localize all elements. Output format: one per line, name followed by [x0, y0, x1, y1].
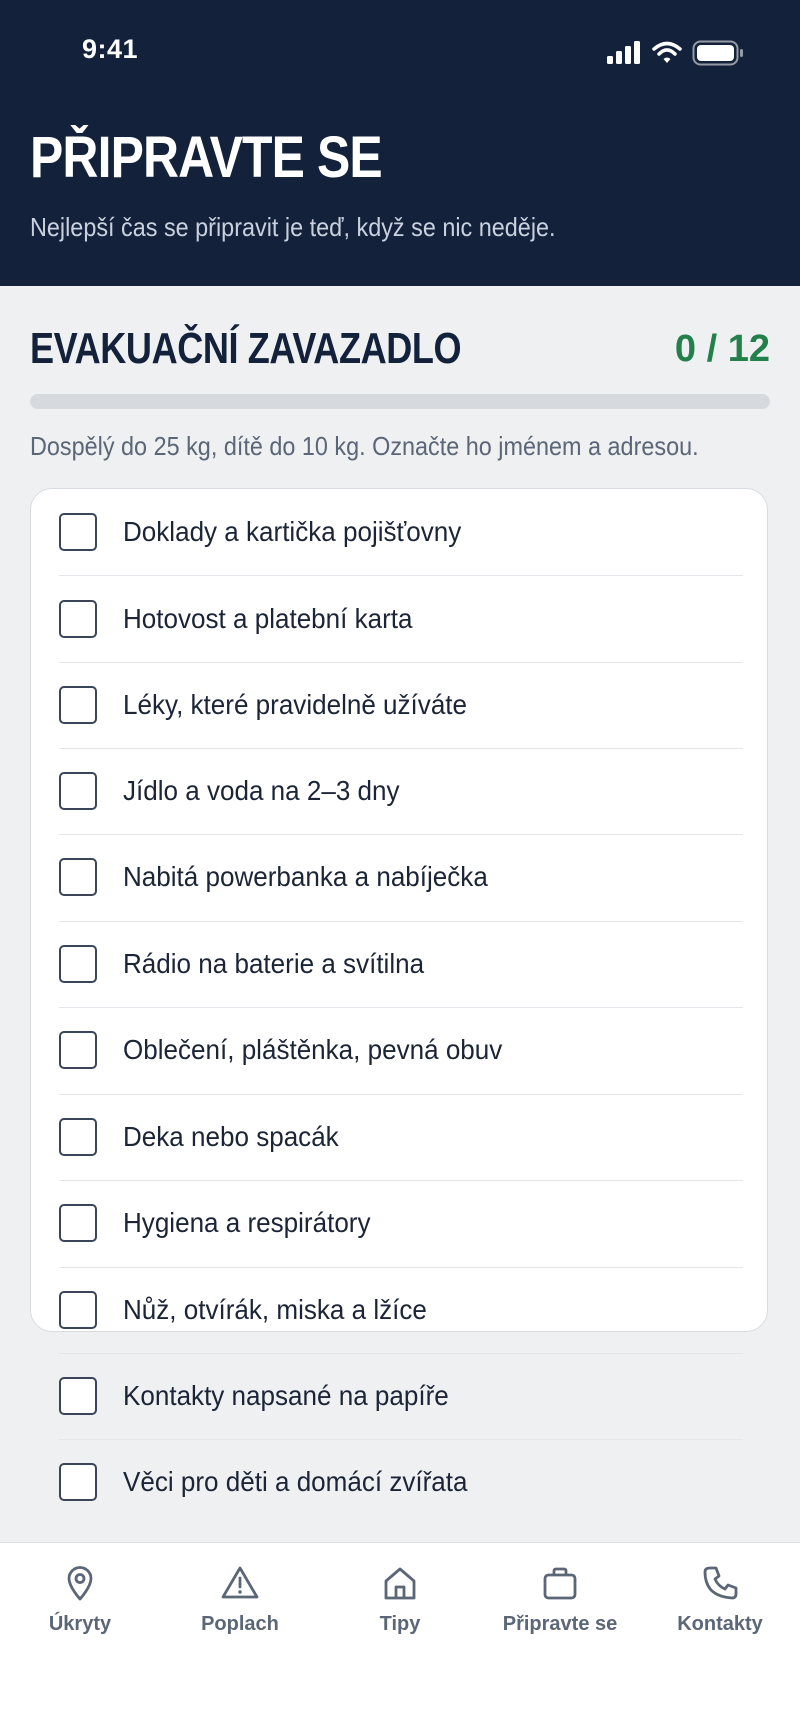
- page-title: PŘIPRAVTE SE: [30, 125, 383, 190]
- checklist-item-label: Nůž, otvírák, miska a lžíce: [123, 1294, 427, 1325]
- nav-item-poplach[interactable]: Poplach: [160, 1563, 320, 1663]
- section-description: Dospělý do 25 kg, dítě do 10 kg. Označte…: [30, 431, 699, 461]
- checklist-item[interactable]: Jídlo a voda na 2–3 dny: [59, 748, 743, 834]
- checklist-item-label: Deka nebo spacák: [123, 1121, 339, 1152]
- checklist-item-label: Doklady a kartička pojišťovny: [123, 516, 462, 547]
- phone-icon: [703, 1566, 738, 1600]
- nav-item-tipy[interactable]: Tipy: [320, 1563, 480, 1663]
- status-time: 9:41: [82, 34, 139, 64]
- checklist-item[interactable]: Hotovost a platební karta: [59, 576, 743, 662]
- nav-item-kontakty[interactable]: Kontakty: [640, 1563, 800, 1663]
- checklist-item[interactable]: Nabitá powerbanka a nabíječka: [59, 834, 743, 920]
- checklist-item-label: Věci pro děti a domácí zvířata: [123, 1466, 468, 1497]
- status-bar: 9:41: [0, 0, 800, 100]
- checkbox[interactable]: [59, 686, 97, 724]
- briefcase-icon: [543, 1567, 577, 1600]
- map-pin-icon: [67, 1566, 93, 1601]
- nav-item-ukryty[interactable]: Úkryty: [0, 1563, 160, 1663]
- section-title: EVAKUAČNÍ ZAVAZADLO: [30, 324, 462, 373]
- nav-item-pripravte-se[interactable]: Připravte se: [480, 1563, 640, 1663]
- header: 9:41 PŘIPRAVTE SE Nejlepší čas se připra…: [0, 0, 800, 286]
- checklist-item-label: Jídlo a voda na 2–3 dny: [123, 775, 400, 806]
- checklist-item-label: Kontakty napsané na papíře: [123, 1380, 449, 1411]
- checkbox[interactable]: [59, 1291, 97, 1329]
- battery-icon: [692, 40, 743, 66]
- checklist-item[interactable]: Rádio na baterie a svítilna: [59, 921, 743, 1007]
- checklist-item[interactable]: Hygiena a respirátory: [59, 1180, 743, 1266]
- checklist-item-label: Hygiena a respirátory: [123, 1207, 371, 1238]
- home-icon: [384, 1567, 416, 1600]
- checklist-counter: 0 / 12: [674, 328, 770, 370]
- checkbox[interactable]: [59, 1118, 97, 1156]
- checkbox[interactable]: [59, 772, 97, 810]
- page-subtitle: Nejlepší čas se připravit je teď, když s…: [30, 212, 556, 242]
- checkbox[interactable]: [59, 1204, 97, 1242]
- checklist-item[interactable]: Deka nebo spacák: [59, 1094, 743, 1180]
- checklist-item[interactable]: Kontakty napsané na papíře: [59, 1353, 743, 1439]
- checklist-item-label: Oblečení, pláštěnka, pevná obuv: [123, 1034, 503, 1065]
- checkbox[interactable]: [59, 1377, 97, 1415]
- nav-label: Kontakty: [677, 1613, 763, 1635]
- nav-label: Úkryty: [48, 1613, 112, 1635]
- checklist-progress-bar: [30, 394, 770, 409]
- checklist-item[interactable]: Léky, které pravidelně užíváte: [59, 662, 743, 748]
- checklist-item-label: Léky, které pravidelně užíváte: [123, 689, 468, 720]
- checkbox[interactable]: [59, 858, 97, 896]
- checklist-item-label: Rádio na baterie a svítilna: [123, 948, 425, 979]
- status-icons: [606, 40, 744, 66]
- checkbox[interactable]: [59, 1463, 97, 1501]
- checklist-card: Doklady a kartička pojišťovny Hotovost a…: [30, 488, 768, 1501]
- nav-label: Tipy: [379, 1613, 421, 1635]
- wifi-icon: [652, 41, 682, 63]
- checkbox[interactable]: [59, 945, 97, 983]
- warning-triangle-icon: [221, 1566, 259, 1599]
- nav-label: Připravte se: [502, 1613, 618, 1635]
- checkbox[interactable]: [59, 513, 97, 551]
- nav-label: Poplach: [201, 1613, 279, 1635]
- checklist-item-label: Hotovost a platební karta: [123, 603, 413, 634]
- checklist-item[interactable]: Nůž, otvírák, miska a lžíce: [59, 1267, 743, 1353]
- checklist-item[interactable]: Oblečení, pláštěnka, pevná obuv: [59, 1007, 743, 1093]
- bottom-nav: Úkryty Poplach Tipy Připravte se Kontakt…: [0, 1542, 800, 1732]
- checklist-item[interactable]: Doklady a kartička pojišťovny: [59, 489, 743, 575]
- checkbox[interactable]: [59, 1031, 97, 1069]
- checklist-item-label: Nabitá powerbanka a nabíječka: [123, 861, 488, 892]
- checkbox[interactable]: [59, 600, 97, 638]
- cellular-signal-icon: [607, 41, 640, 64]
- checklist-item[interactable]: Věci pro děti a domácí zvířata: [59, 1439, 743, 1525]
